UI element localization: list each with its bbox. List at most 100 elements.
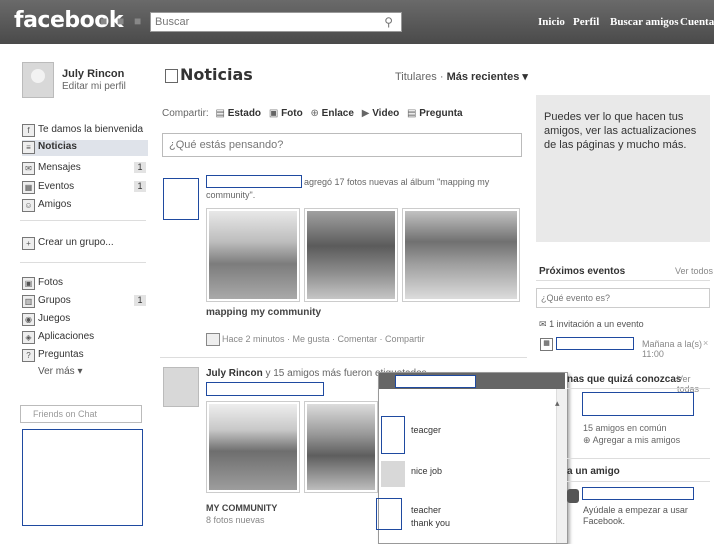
- nav-profile[interactable]: Perfil: [573, 16, 599, 28]
- avatar[interactable]: [22, 62, 54, 98]
- album-photo[interactable]: [206, 401, 300, 493]
- album-title-link[interactable]: mapping my community: [206, 307, 321, 318]
- sidebar-item-photos[interactable]: ▣ Fotos: [22, 276, 148, 292]
- suggested-person-redacted[interactable]: [582, 392, 694, 416]
- sidebar-item-messages[interactable]: ✉ Mensajes 1: [22, 161, 148, 177]
- calendar-icon: ▦: [22, 181, 35, 194]
- comment-avatar-redacted[interactable]: [376, 498, 402, 530]
- comments-popup[interactable]: [378, 372, 568, 544]
- profile-name[interactable]: July Rincon: [62, 68, 124, 80]
- app-icon: ◈: [22, 331, 35, 344]
- message-icon: ✉: [22, 162, 35, 175]
- feed-sort[interactable]: Titulares · Más recientes ▾: [395, 70, 528, 83]
- post-meta: Hace 2 minutos · Me gusta · Comentar · C…: [222, 334, 425, 344]
- event-placeholder: ¿Qué evento es?: [541, 293, 611, 303]
- share-link-button[interactable]: Enlace: [322, 108, 354, 119]
- sidebar-item-games[interactable]: ◉ Juegos: [22, 312, 148, 328]
- suggest-text: Ayúdale a empezar a usar Facebook.: [583, 505, 688, 526]
- nav-home[interactable]: Inicio: [538, 16, 565, 28]
- status-placeholder: ¿Qué estás pensando?: [169, 139, 284, 151]
- search-placeholder: Buscar: [155, 16, 190, 28]
- chat-search-input[interactable]: Friends on Chat: [20, 405, 142, 423]
- comment-text: teacher: [411, 505, 442, 515]
- calendar-icon: ▦: [540, 338, 553, 351]
- album-photo[interactable]: [402, 208, 520, 302]
- notifications-icon[interactable]: ■: [134, 14, 148, 28]
- info-box: Puedes ver lo que hacen tus amigos, ver …: [536, 95, 710, 242]
- share-question-icon: ▤: [407, 108, 417, 119]
- share-photo-icon: ▣: [268, 108, 279, 119]
- news-feed-icon: [165, 69, 178, 83]
- question-icon: ?: [22, 349, 35, 362]
- album-photo[interactable]: [206, 208, 300, 302]
- suggest-friend-title: a un amigo: [567, 466, 620, 477]
- close-icon[interactable]: ×: [703, 338, 708, 348]
- comment-text: thank you: [411, 518, 451, 528]
- share-status-icon: ▤: [215, 108, 225, 119]
- count-badge: 1: [134, 181, 146, 192]
- messages-icon[interactable]: ■: [117, 14, 131, 28]
- share-video-button[interactable]: Video: [372, 108, 399, 119]
- sidebar-item-label: Preguntas: [38, 349, 84, 360]
- sidebar-item-events[interactable]: ▦ Eventos 1: [22, 180, 148, 196]
- share-question-button[interactable]: Pregunta: [419, 108, 462, 119]
- avatar[interactable]: [163, 367, 199, 407]
- see-more-link[interactable]: Ver más ▾: [38, 366, 82, 377]
- people-you-may-know-title: nas que quizá conozcas: [567, 374, 682, 385]
- sidebar-item-questions[interactable]: ? Preguntas: [22, 348, 148, 364]
- create-group-label: Crear un grupo...: [38, 237, 114, 248]
- avatar[interactable]: [567, 489, 579, 503]
- album-title-link[interactable]: MY COMMUNITY: [206, 503, 277, 513]
- sidebar-item-groups[interactable]: ▥ Grupos 1: [22, 294, 148, 310]
- sidebar-item-label: Mensajes: [38, 162, 81, 173]
- tagged-names-redacted[interactable]: [206, 382, 324, 396]
- sidebar-item-friends[interactable]: ☺ Amigos: [22, 198, 148, 214]
- event-name-redacted[interactable]: [556, 337, 634, 350]
- sidebar-item-welcome[interactable]: f Te damos la bienvenida: [22, 123, 148, 139]
- friend-requests-icon[interactable]: ■: [100, 14, 114, 28]
- edit-profile-link[interactable]: Editar mi perfil: [62, 81, 126, 92]
- popup-scrollbar[interactable]: [556, 389, 567, 543]
- nav-find-friends[interactable]: Buscar amigos: [610, 16, 679, 28]
- post-text: agregó 17 fotos nuevas al álbum "mapping…: [206, 176, 516, 202]
- album-photo-count: 8 fotos nuevas: [206, 515, 265, 525]
- sidebar-item-apps[interactable]: ◈ Aplicaciones: [22, 330, 148, 346]
- nav-account[interactable]: Cuenta: [680, 16, 714, 28]
- share-status-button[interactable]: Estado: [228, 108, 261, 119]
- mutual-friends-link[interactable]: 15 amigos en común: [583, 423, 667, 433]
- post-text-content: agregó 17 fotos nuevas al álbum "mapping…: [206, 177, 490, 200]
- comment-text: teacger: [411, 425, 442, 435]
- share-photo-button[interactable]: Foto: [281, 108, 303, 119]
- status-input[interactable]: ¿Qué estás pensando?: [162, 133, 522, 157]
- sort-top-stories[interactable]: Titulares ·: [395, 71, 444, 83]
- people-see-all-link[interactable]: Ver todas: [677, 374, 714, 394]
- sort-most-recent[interactable]: Más recientes ▾: [447, 71, 528, 83]
- count-badge: 1: [134, 162, 146, 173]
- sidebar-item-news[interactable]: ≡ Noticias: [22, 140, 148, 156]
- group-icon: ▥: [22, 295, 35, 308]
- comment-avatar-redacted[interactable]: [381, 416, 405, 454]
- avatar[interactable]: [381, 461, 405, 487]
- chat-search-placeholder: Friends on Chat: [33, 409, 98, 419]
- post2-author-link[interactable]: July Rincon: [206, 368, 263, 379]
- search-input[interactable]: Buscar ⚲: [150, 12, 402, 32]
- add-friend-icon: ⊕: [583, 435, 591, 445]
- divider: [20, 220, 146, 221]
- post-author-avatar-redacted[interactable]: [163, 178, 199, 220]
- scroll-up-icon[interactable]: ▴: [555, 398, 560, 409]
- friends-icon: ☺: [22, 199, 35, 212]
- sidebar-item-label: Noticias: [38, 141, 77, 152]
- album-photo[interactable]: [304, 208, 398, 302]
- events-see-all-link[interactable]: Ver todos: [675, 266, 713, 276]
- create-group-link[interactable]: + Crear un grupo...: [22, 236, 148, 252]
- popup-title-redacted: [395, 375, 476, 388]
- event-input[interactable]: ¿Qué evento es?: [536, 288, 710, 308]
- event-invite-link[interactable]: ✉ 1 invitación a un evento: [539, 319, 644, 330]
- news-icon: ≡: [22, 141, 35, 154]
- divider: [567, 388, 710, 389]
- add-friend-link[interactable]: ⊕ Agregar a mis amigos: [583, 435, 680, 446]
- divider: [160, 357, 527, 358]
- search-icon[interactable]: ⚲: [384, 15, 393, 29]
- album-photo[interactable]: [304, 401, 378, 493]
- suggested-friend-name-redacted[interactable]: [582, 487, 694, 500]
